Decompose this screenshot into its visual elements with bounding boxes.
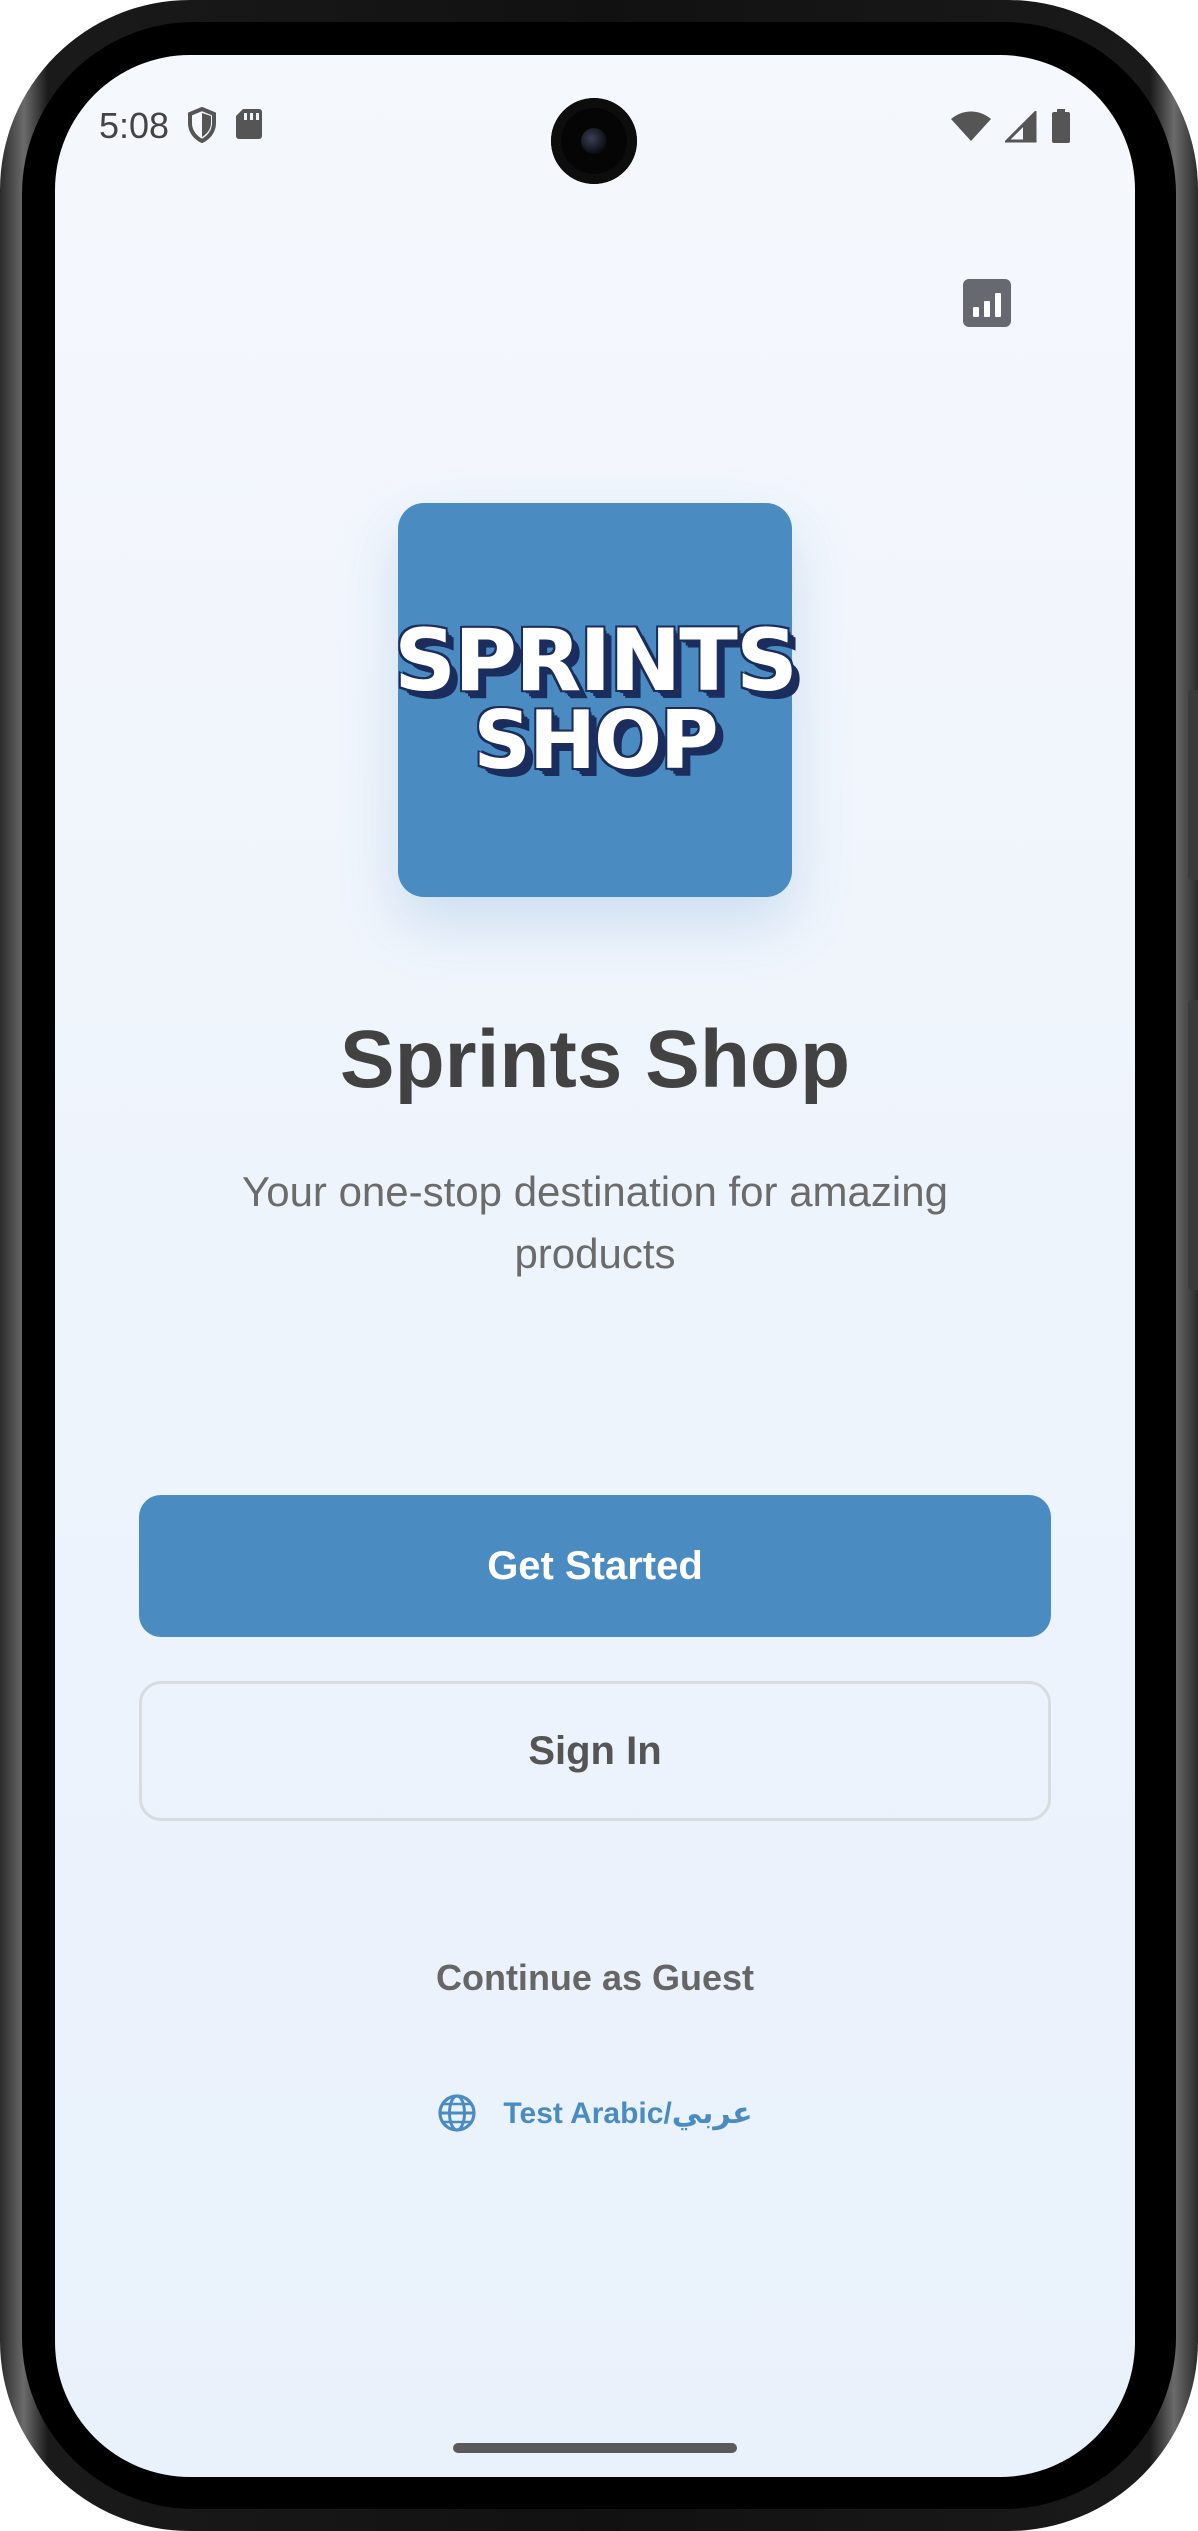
battery-icon	[1051, 109, 1071, 143]
app-screen: 5:08 SPRINTS SHOP Sprints Shop Your one-…	[55, 55, 1135, 2477]
volume-button	[1188, 690, 1198, 880]
front-camera	[551, 98, 637, 184]
page-title: Sprints Shop	[339, 1014, 851, 1105]
language-label: Test Arabic/عربي	[503, 2096, 753, 2130]
status-time: 5:08	[99, 105, 170, 146]
phone-device: 5:08 SPRINTS SHOP Sprints Shop Your one-…	[0, 0, 1198, 2531]
app-logo: SPRINTS SHOP	[394, 503, 798, 897]
globe-icon	[437, 2093, 477, 2133]
page-subtitle: Your one-stop destination for amazing pr…	[242, 1168, 948, 1277]
power-button	[1188, 1000, 1198, 1290]
wifi-icon	[951, 111, 991, 143]
bar-chart-icon[interactable]	[963, 279, 1011, 327]
signal-icon	[1005, 111, 1037, 143]
logo-line-1: SPRINTS	[394, 611, 798, 712]
continue-as-guest-button[interactable]: Continue as Guest	[55, 1957, 1135, 1999]
logo-line-2: SHOP	[473, 693, 718, 787]
language-switch[interactable]: Test Arabic/عربي	[55, 2093, 1135, 2133]
status-right-icons	[951, 109, 1071, 143]
status-left-icons	[187, 107, 263, 143]
logo-wordmark: SPRINTS SHOP	[394, 611, 798, 787]
get-started-button[interactable]: Get Started	[139, 1495, 1051, 1637]
sd-card-icon	[235, 107, 263, 143]
sign-in-button[interactable]: Sign In	[139, 1681, 1051, 1821]
shield-icon	[187, 107, 217, 143]
home-indicator[interactable]	[453, 2443, 737, 2453]
